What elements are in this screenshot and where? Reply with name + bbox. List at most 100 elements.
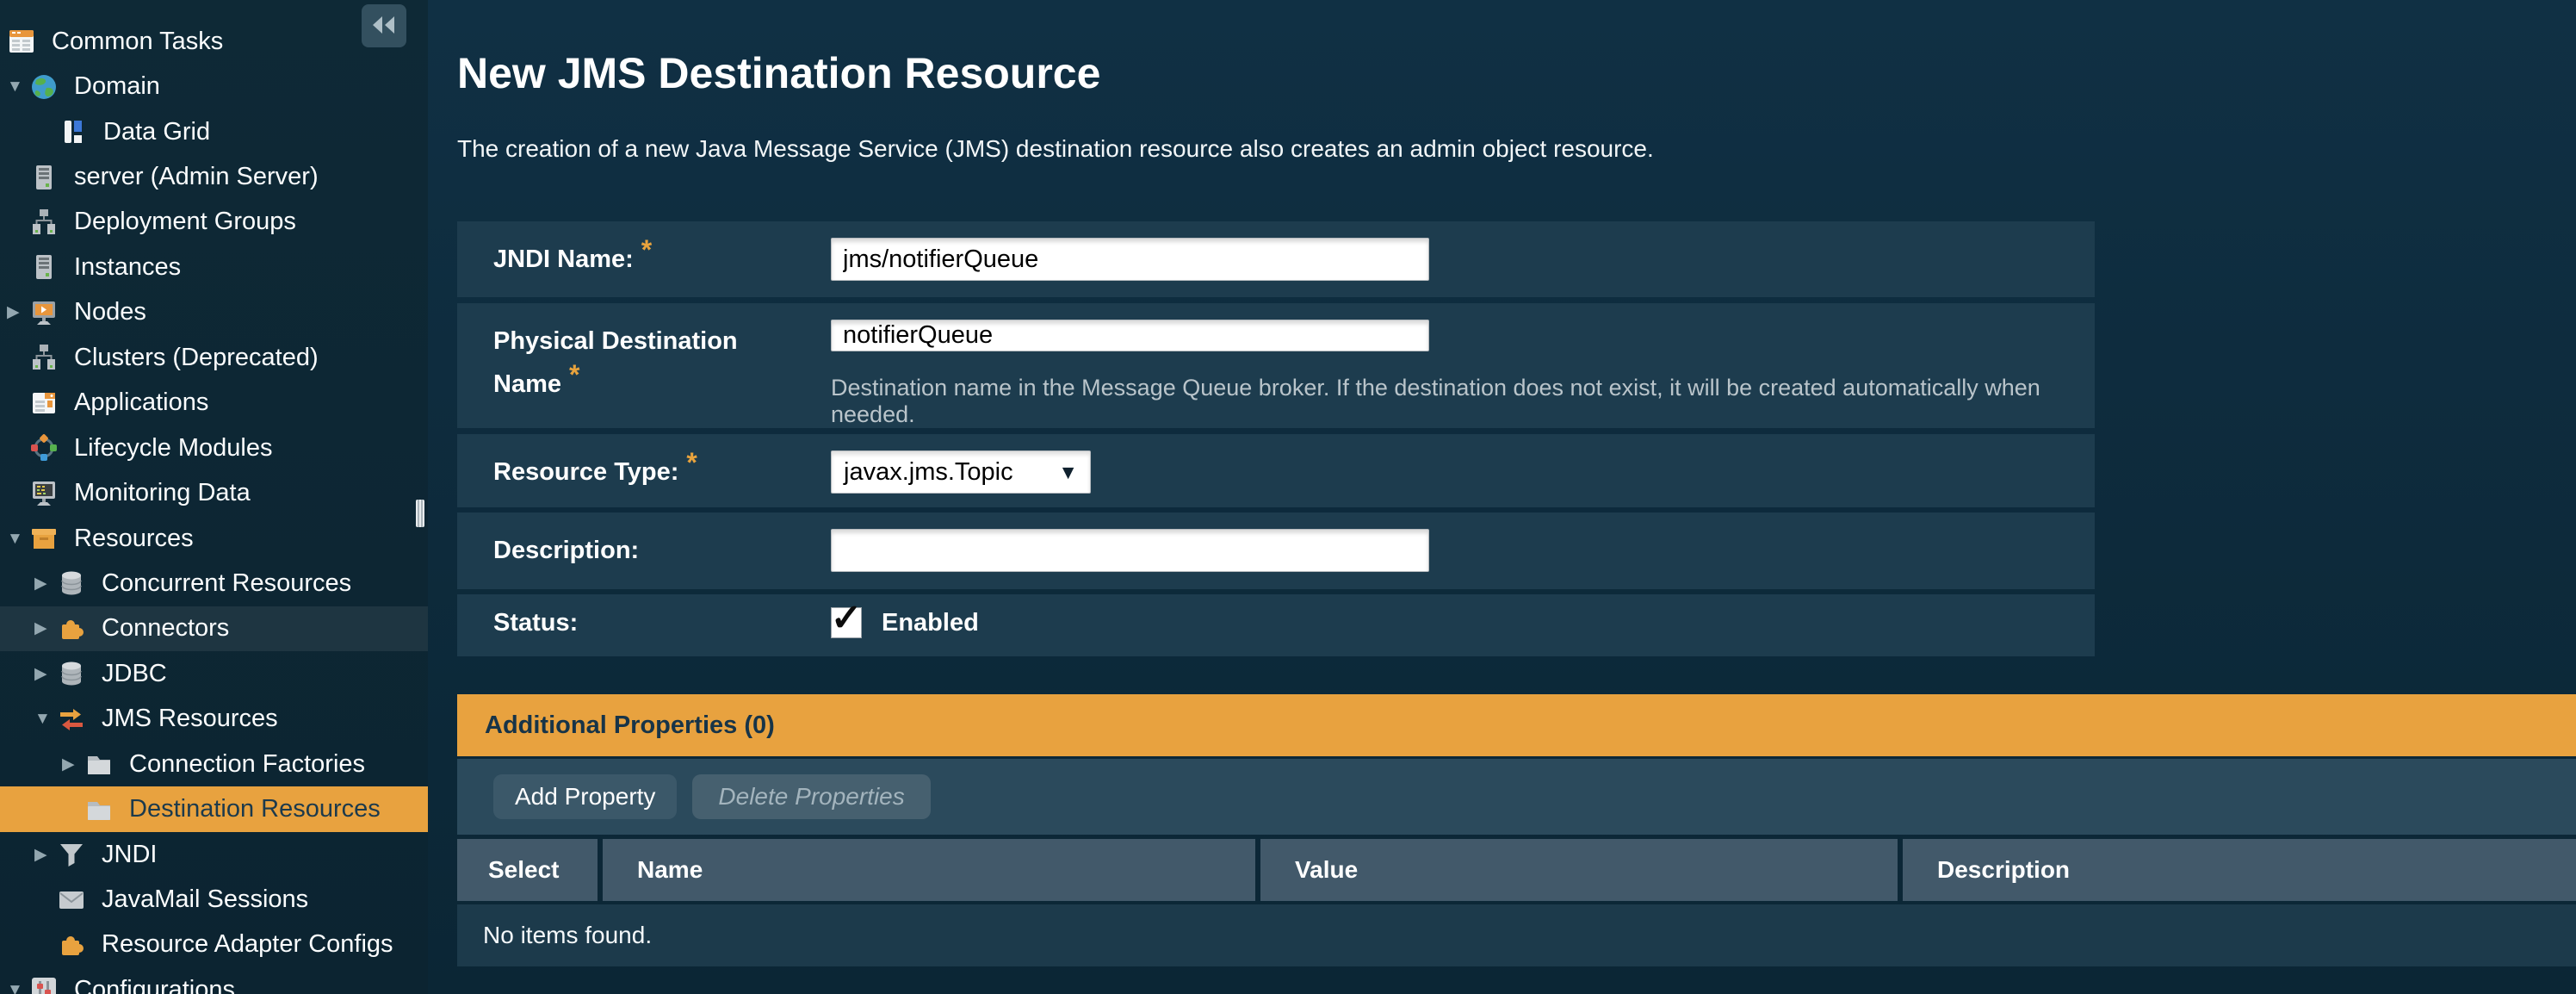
sidebar-item-label: Nodes [74,298,146,326]
sidebar-item-resources[interactable]: ▼ Resources [0,516,428,561]
properties-table-empty-row: No items found. [457,904,2576,966]
form-row-description: Description: [457,513,2095,589]
server-icon [29,252,59,282]
page-intro: The creation of a new Java Message Servi… [457,136,2576,162]
monitor-play-icon [29,298,59,327]
collapsed-triangle-icon[interactable]: ▶ [34,575,57,592]
collapsed-triangle-icon[interactable]: ▶ [34,847,57,863]
expanded-triangle-icon[interactable]: ▼ [7,982,29,994]
sidebar-item-configurations[interactable]: ▼ Configurations [0,967,428,994]
resource-type-label: Resource Type:* [493,450,831,507]
jndi-name-label: JNDI Name:* [493,238,831,297]
sidebar-item-jdbc[interactable]: ▶ JDBC [0,651,428,696]
sidebar-item-label: Destination Resources [129,795,381,823]
sidebar-item-label: Applications [74,388,208,417]
description-label: Description: [493,529,831,589]
collapsed-triangle-icon[interactable]: ▶ [34,666,57,682]
add-property-button[interactable]: Add Property [493,774,677,819]
sidebar-item-label: JNDI [102,841,157,869]
server-icon [29,163,59,192]
sidebar-item-label: Deployment Groups [74,208,296,236]
additional-properties-title: Additional Properties (0) [485,711,775,740]
sidebar-item-domain[interactable]: ▼ Domain [0,64,428,109]
sidebar-item-label: Common Tasks [52,28,223,56]
required-asterisk: * [641,234,652,265]
sidebar-item-data-grid[interactable]: Data Grid [0,109,428,154]
collapsed-triangle-icon[interactable]: ▶ [34,620,57,637]
required-asterisk: * [686,447,697,478]
sidebar-item-lifecycle-modules[interactable]: Lifecycle Modules [0,426,428,470]
additional-properties-header: Additional Properties (0) [457,694,2576,756]
sidebar-item-nodes[interactable]: ▶ Nodes [0,290,428,335]
sidebar-item-jndi[interactable]: ▶ JNDI [0,832,428,877]
sidebar-item-jms-resources[interactable]: ▼ JMS Resources [0,697,428,742]
sidebar-item-label: Data Grid [103,118,210,146]
form-row-jndi-name: JNDI Name:* [457,221,2095,297]
sidebar-item-label: Connection Factories [129,750,365,779]
sidebar-item-clusters-deprecated[interactable]: Clusters (Deprecated) [0,335,428,380]
data-grid-icon [59,117,88,146]
collapsed-triangle-icon[interactable]: ▶ [62,756,84,773]
sidebar-item-deployment-groups[interactable]: Deployment Groups [0,200,428,245]
description-input[interactable] [831,529,1429,572]
page-title: New JMS Destination Resource [457,50,2576,96]
sidebar-scrollbar-thumb[interactable] [416,500,424,527]
column-header-value: Value [1260,839,1898,901]
column-header-select: Select [457,839,598,901]
sidebar-item-label: server (Admin Server) [74,163,319,191]
column-header-description: Description [1903,839,2576,901]
sidebar-item-destination-resources[interactable]: Destination Resources [0,786,428,831]
sidebar-item-label: Concurrent Resources [102,569,351,598]
expanded-triangle-icon[interactable]: ▼ [7,78,29,95]
sidebar-item-label: Resource Adapter Configs [102,930,393,959]
jndi-name-input[interactable] [831,238,1429,281]
sidebar-item-server-admin[interactable]: server (Admin Server) [0,154,428,199]
puzzle-icon [57,930,86,960]
expanded-triangle-icon[interactable]: ▼ [7,531,29,547]
sidebar-item-connection-factories[interactable]: ▶ Connection Factories [0,742,428,786]
expanded-triangle-icon[interactable]: ▼ [34,711,57,727]
sidebar-item-concurrent-resources[interactable]: ▶ Concurrent Resources [0,561,428,606]
sidebar-item-resource-adapter-configs[interactable]: Resource Adapter Configs [0,923,428,967]
sidebar-item-label: Lifecycle Modules [74,434,273,463]
sidebar-item-instances[interactable]: Instances [0,245,428,289]
sidebar-item-label: Clusters (Deprecated) [74,344,319,372]
status-label: Status: [493,607,831,656]
lifecycle-ring-icon [29,433,59,463]
monitor-data-icon [29,479,59,508]
database-icon [57,568,86,598]
enabled-checkbox[interactable]: ✓ [831,607,862,638]
column-header-name: Name [603,839,1255,901]
nav-tree: Common Tasks ▼ Domain Data Grid server (… [0,19,428,994]
globe-icon [29,72,59,102]
sidebar-item-javamail-sessions[interactable]: JavaMail Sessions [0,877,428,922]
properties-toolbar: Add Property Delete Properties [457,759,2576,835]
form-row-physical-destination-name: Physical Destination Name* Destination n… [457,303,2095,428]
resource-box-icon [29,524,59,553]
sidebar-item-label: Configurations [74,976,235,994]
folder-icon [84,749,114,779]
sidebar-item-monitoring-data[interactable]: Monitoring Data [0,470,428,515]
node-tree-icon [29,208,59,237]
resource-type-select[interactable]: javax.jms.Topic ▼ [831,450,1091,494]
sidebar-item-label: Instances [74,253,181,282]
physical-destination-name-input[interactable] [831,320,1429,351]
funnel-icon [57,840,86,869]
sidebar-item-label: JDBC [102,660,167,688]
envelope-icon [57,885,86,915]
sidebar-item-applications[interactable]: Applications [0,381,428,426]
app-window-icon [29,388,59,418]
content-panel: New JMS Destination Resource The creatio… [428,0,2576,994]
sidebar-item-label: JMS Resources [102,705,278,733]
database-icon [57,659,86,688]
sidebar-item-label: Domain [74,72,160,101]
delete-properties-button: Delete Properties [692,774,930,819]
empty-message: No items found. [483,922,652,949]
sidebar-item-common-tasks[interactable]: Common Tasks [0,19,428,64]
dropdown-arrow-icon: ▼ [1058,461,1078,484]
sidebar-item-connectors[interactable]: ▶ Connectors [0,606,428,651]
collapsed-triangle-icon[interactable]: ▶ [7,304,29,320]
physical-destination-name-label: Physical Destination Name* [493,320,831,428]
folder-icon [84,795,114,824]
sidebar-item-label: Monitoring Data [74,479,251,507]
